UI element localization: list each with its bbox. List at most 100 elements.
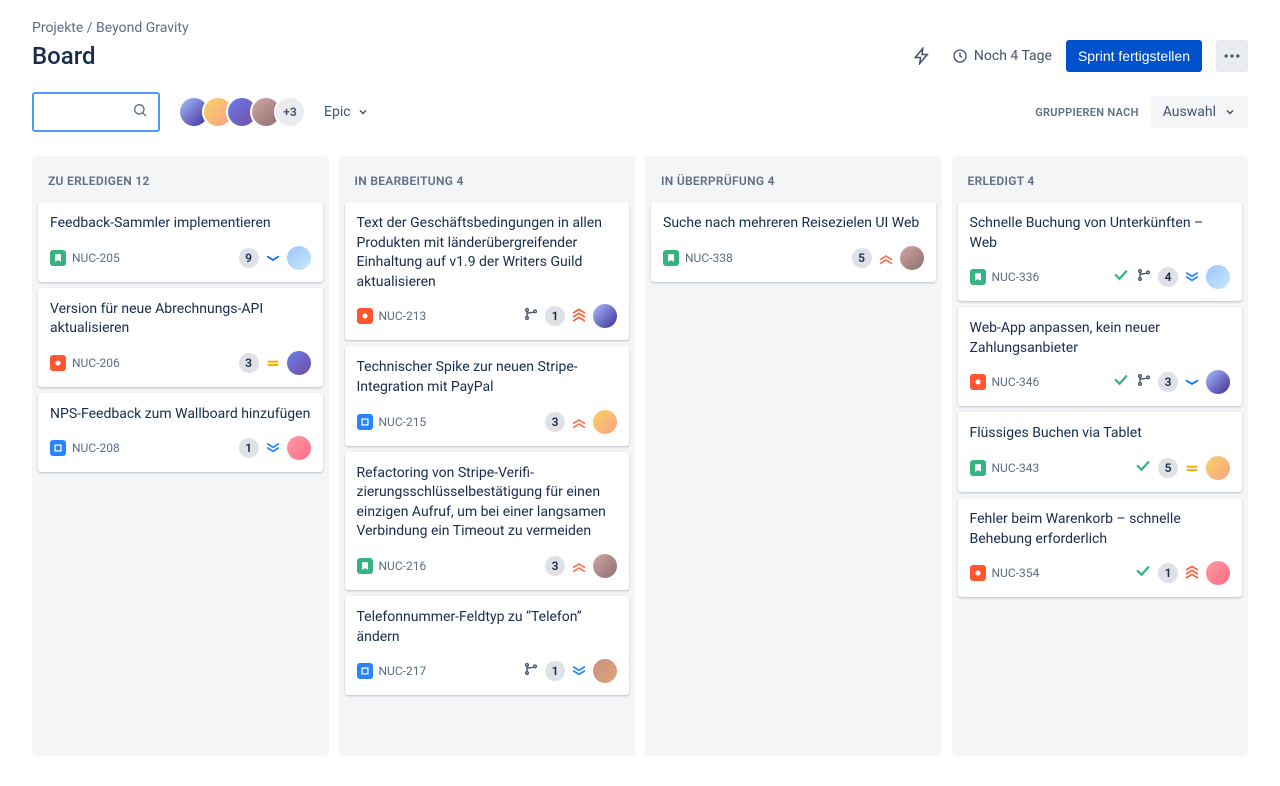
priority-high-icon	[571, 414, 587, 430]
card-key[interactable]: NUC-206	[50, 355, 120, 371]
estimate-badge: 1	[1158, 563, 1178, 583]
priority-high-icon	[878, 250, 894, 266]
column-header: IN ÜBERPRÜFUNG 4	[651, 164, 936, 202]
assignee-avatar[interactable]	[593, 304, 617, 328]
card-meta: 1	[523, 304, 617, 328]
card-footer: NUC-3385	[663, 246, 924, 270]
toolbar: +3 Epic GRUPPIEREN NACH Auswahl	[32, 92, 1248, 132]
card-title: Telefonnummer-Feldtyp zu “Telefon” änder…	[357, 608, 618, 647]
card-title: Text der Geschäftsbedingungen in allen P…	[357, 214, 618, 292]
card[interactable]: Version für neue Abrechnungs-API aktuali…	[38, 288, 323, 387]
card-footer: NUC-217 1	[357, 659, 618, 683]
estimate-badge: 9	[239, 248, 259, 268]
search-box[interactable]	[32, 92, 160, 132]
estimate-badge: 3	[545, 556, 565, 576]
card[interactable]: NPS-Feedback zum Wallboard hinzufügen NUC…	[38, 393, 323, 473]
priority-low-icon	[1184, 374, 1200, 390]
assignee-avatar[interactable]	[593, 659, 617, 683]
branch-icon	[1136, 267, 1152, 287]
card[interactable]: Telefonnummer-Feldtyp zu “Telefon” änder…	[345, 596, 630, 695]
card[interactable]: Refactoring von Stripe-Verifi­zierungssc…	[345, 452, 630, 590]
card-title: Feedback-Sammler implementieren	[50, 214, 311, 234]
card-key[interactable]: NUC-217	[357, 663, 427, 679]
card[interactable]: Schnelle Buchung von Unterkünften – WebN…	[958, 202, 1243, 301]
card-key[interactable]: NUC-343	[970, 460, 1040, 476]
more-icon	[1222, 46, 1242, 66]
done-check-icon	[1112, 371, 1130, 393]
assignee-avatar[interactable]	[287, 246, 311, 270]
card-key[interactable]: NUC-215	[357, 414, 427, 430]
assignee-avatar[interactable]	[900, 246, 924, 270]
breadcrumb-root[interactable]: Projekte	[32, 20, 83, 36]
card-key[interactable]: NUC-338	[663, 250, 733, 266]
automation-icon[interactable]	[906, 40, 938, 72]
card-footer: NUC-208 1	[50, 436, 311, 460]
sprint-remaining: Noch 4 Tage	[952, 48, 1052, 64]
avatar-more[interactable]: +3	[274, 96, 306, 128]
card[interactable]: Flüssiges Buchen via TabletNUC-3435	[958, 412, 1243, 492]
estimate-badge: 5	[1158, 458, 1178, 478]
card[interactable]: Text der Geschäftsbedingungen in allen P…	[345, 202, 630, 340]
estimate-badge: 3	[545, 412, 565, 432]
card-key[interactable]: NUC-208	[50, 440, 120, 456]
assignee-avatar[interactable]	[287, 436, 311, 460]
column: ERLEDIGT 4Schnelle Buchung von Unterkünf…	[952, 156, 1249, 756]
card-key[interactable]: NUC-336	[970, 269, 1040, 285]
done-check-icon	[1134, 457, 1152, 479]
breadcrumb-sep: /	[87, 20, 93, 36]
page-title: Board	[32, 42, 96, 70]
assignee-avatar[interactable]	[1206, 561, 1230, 585]
breadcrumb-project[interactable]: Beyond Gravity	[96, 20, 189, 36]
column: IN ÜBERPRÜFUNG 4Suche nach mehreren Reis…	[645, 156, 942, 756]
complete-sprint-button[interactable]: Sprint fertigstellen	[1066, 40, 1202, 72]
estimate-badge: 1	[239, 438, 259, 458]
assignee-filter: +3	[178, 96, 306, 128]
card[interactable]: Feedback-Sammler implementieren NUC-205 9	[38, 202, 323, 282]
assignee-avatar[interactable]	[593, 410, 617, 434]
card-title: NPS-Feedback zum Wallboard hinzufügen	[50, 405, 311, 425]
card-key[interactable]: NUC-213	[357, 308, 427, 324]
card-title: Version für neue Abrechnungs-API aktuali…	[50, 300, 311, 339]
card[interactable]: Suche nach mehreren Reisezielen UI WebNU…	[651, 202, 936, 282]
more-actions-button[interactable]	[1216, 40, 1248, 72]
assignee-avatar[interactable]	[1206, 370, 1230, 394]
story-icon	[970, 460, 986, 476]
column-header: ERLEDIGT 4	[958, 164, 1243, 202]
card[interactable]: Technischer Spike zur neuen Stripe-Integ…	[345, 346, 630, 445]
group-by-select[interactable]: Auswahl	[1151, 96, 1248, 128]
card-footer: NUC-215 3	[357, 410, 618, 434]
estimate-badge: 1	[545, 661, 565, 681]
bug-icon	[970, 565, 986, 581]
priority-lowest-icon	[1184, 269, 1200, 285]
epic-filter[interactable]: Epic	[324, 104, 369, 120]
priority-medium-icon	[265, 355, 281, 371]
card-key[interactable]: NUC-346	[970, 374, 1040, 390]
breadcrumb: Projekte / Beyond Gravity	[32, 20, 1248, 36]
toolbar-right: GRUPPIEREN NACH Auswahl	[1035, 96, 1248, 128]
card[interactable]: Fehler beim Warenkorb – schnelle Behebun…	[958, 498, 1243, 597]
assignee-avatar[interactable]	[287, 351, 311, 375]
estimate-badge: 3	[1158, 372, 1178, 392]
card-meta: 3	[545, 410, 617, 434]
assignee-avatar[interactable]	[593, 554, 617, 578]
card-key[interactable]: NUC-216	[357, 558, 427, 574]
group-by-label: GRUPPIEREN NACH	[1035, 106, 1139, 119]
assignee-avatar[interactable]	[1206, 456, 1230, 480]
search-icon	[132, 102, 148, 122]
bug-icon	[970, 374, 986, 390]
bug-icon	[50, 355, 66, 371]
estimate-badge: 1	[545, 306, 565, 326]
card-meta: 1	[239, 436, 311, 460]
task-icon	[357, 663, 373, 679]
card[interactable]: Web-App anpassen, kein neuer Zahlungsanb…	[958, 307, 1243, 406]
card-key[interactable]: NUC-354	[970, 565, 1040, 581]
chevron-down-icon	[1224, 106, 1236, 118]
task-icon	[50, 440, 66, 456]
card-footer: NUC-3364	[970, 265, 1231, 289]
priority-highest-icon	[571, 308, 587, 324]
priority-medium-icon	[1184, 460, 1200, 476]
assignee-avatar[interactable]	[1206, 265, 1230, 289]
card-footer: NUC-354 1	[970, 561, 1231, 585]
estimate-badge: 3	[239, 353, 259, 373]
card-key[interactable]: NUC-205	[50, 250, 120, 266]
